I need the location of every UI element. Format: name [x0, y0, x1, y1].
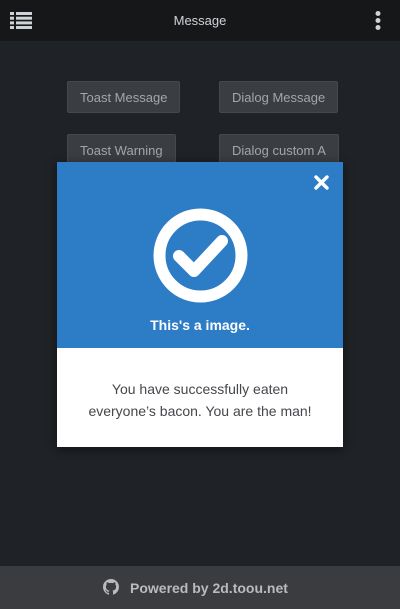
footer: Powered by 2d.toou.net	[0, 566, 400, 609]
dialog-header: This's a image.	[57, 162, 343, 348]
dialog-message: You have successfully eaten everyone’s b…	[88, 381, 312, 419]
check-circle-icon	[153, 208, 248, 303]
powered-by-link[interactable]: Powered by 2d.toou.net	[130, 580, 288, 596]
close-icon[interactable]	[314, 175, 329, 190]
image-dialog: This's a image. You have successfully ea…	[57, 162, 343, 447]
dialog-title: This's a image.	[150, 317, 250, 333]
github-icon	[103, 579, 119, 595]
